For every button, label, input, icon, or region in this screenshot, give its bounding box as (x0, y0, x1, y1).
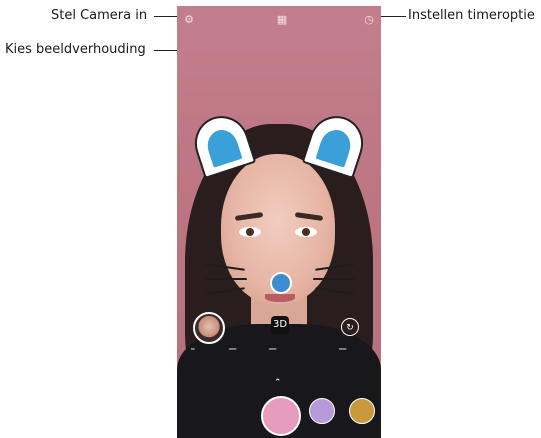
callout-settings: Stel Camera in (51, 8, 148, 23)
leader-line-settings (154, 16, 178, 17)
callout-timer: Instellen timeroptie (408, 8, 535, 23)
sticker-option-2[interactable] (309, 398, 335, 424)
mode-label-2[interactable]: ━━ (229, 346, 236, 353)
shutter-button[interactable] (261, 396, 301, 436)
mode-label-3[interactable]: ━━ (269, 346, 276, 353)
chevron-up-icon[interactable]: ⌃ (274, 379, 282, 388)
aspect-ratio-icon[interactable]: ▦ (276, 14, 288, 26)
camera-viewfinder[interactable]: ⚙ ▦ ◷ 3D ↻ ━ ━━ ━━ ━━ ⌃ (177, 6, 381, 438)
switch-camera-icon[interactable]: ↻ (341, 318, 359, 336)
left-eye (239, 227, 261, 237)
whisker-right-2 (313, 278, 355, 280)
gear-icon[interactable]: ⚙ (183, 14, 195, 26)
cat-ear-right-inner (315, 126, 355, 168)
mode-label-4[interactable]: ━━ (339, 346, 346, 353)
cat-nose (270, 272, 292, 294)
timer-icon[interactable]: ◷ (363, 14, 375, 26)
mode-label-1[interactable]: ━ (191, 346, 195, 353)
portrait-mouth (265, 294, 295, 302)
callout-aspect-ratio: Kies beeldverhouding (5, 42, 146, 57)
sticker-option-3[interactable] (349, 398, 375, 424)
sticker-button[interactable]: 3D (271, 316, 289, 334)
gallery-thumbnail[interactable] (193, 312, 225, 344)
whisker-left-2 (205, 278, 247, 280)
cat-ear-left-inner (203, 126, 243, 168)
right-eye (295, 227, 317, 237)
leader-line-timer (378, 16, 406, 17)
